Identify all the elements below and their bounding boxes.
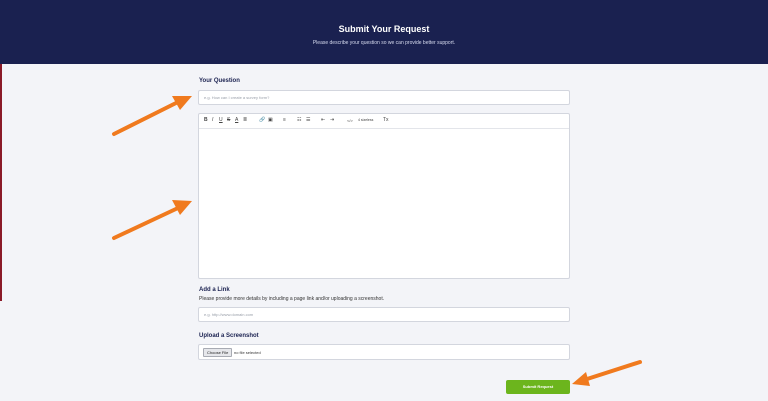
link-placeholder: e.g. http://www.domain.com xyxy=(204,312,254,317)
screenshot-label: Upload a Screenshot xyxy=(199,333,259,339)
choose-file-button[interactable]: Choose File xyxy=(203,348,233,357)
font-color-button[interactable]: A xyxy=(235,117,238,124)
unordered-list-icon[interactable]: ☰ xyxy=(306,117,310,124)
screenshot-file-input: Choose File no file selected xyxy=(198,344,570,360)
rich-text-editor[interactable]: B I U S A ≣ 🔗 ▣ ≡ ☷ ☰ ⇤ ⇥ </> 4 sizeless… xyxy=(198,113,570,279)
question-placeholder: e.g. How can I create a survey form? xyxy=(204,95,270,100)
font-size-select[interactable]: 4 sizeless xyxy=(358,117,373,124)
editor-toolbar: B I U S A ≣ 🔗 ▣ ≡ ☷ ☰ ⇤ ⇥ </> 4 sizeless… xyxy=(199,114,569,129)
image-icon[interactable]: ▣ xyxy=(268,117,273,124)
align-icon[interactable]: ≡ xyxy=(283,117,286,124)
link-help-text: Please provide more details by including… xyxy=(199,296,385,302)
indent-icon[interactable]: ⇥ xyxy=(330,117,334,124)
clear-format-icon[interactable]: Tx xyxy=(383,117,389,124)
question-input[interactable]: e.g. How can I create a survey form? xyxy=(198,90,570,105)
highlight-button[interactable]: ≣ xyxy=(243,117,247,124)
left-edge-strip xyxy=(0,64,2,301)
italic-button[interactable]: I xyxy=(212,117,213,124)
page-title: Submit Your Request xyxy=(338,24,430,34)
arrow-question-icon xyxy=(112,96,192,136)
submit-request-button[interactable]: Submit Request xyxy=(506,380,570,394)
page-header: Submit Your Request Please describe your… xyxy=(0,0,768,64)
outdent-icon[interactable]: ⇤ xyxy=(321,117,325,124)
arrow-submit-icon xyxy=(572,360,642,386)
link-label: Add a Link xyxy=(199,287,230,293)
link-input[interactable]: e.g. http://www.domain.com xyxy=(198,307,570,322)
no-file-text: no file selected xyxy=(234,350,261,355)
underline-button[interactable]: U xyxy=(219,117,223,124)
bold-button[interactable]: B xyxy=(204,117,208,124)
question-label: Your Question xyxy=(199,78,240,84)
strikethrough-button[interactable]: S xyxy=(227,117,230,124)
arrow-editor-icon xyxy=(112,200,192,240)
page-subtitle: Please describe your question so we can … xyxy=(312,40,456,46)
ordered-list-icon[interactable]: ☷ xyxy=(297,117,301,124)
link-icon[interactable]: 🔗 xyxy=(259,117,265,124)
code-icon[interactable]: </> xyxy=(347,117,353,124)
